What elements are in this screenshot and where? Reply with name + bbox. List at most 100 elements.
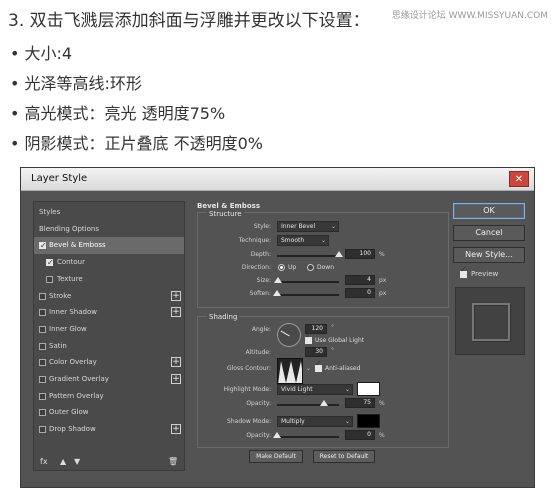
direction-down-label: Down — [317, 264, 335, 271]
depth-slider[interactable] — [277, 251, 343, 257]
shadow-color-swatch[interactable] — [357, 414, 380, 428]
style-item-texture[interactable]: Texture — [34, 271, 184, 288]
style-item-checkbox[interactable] — [39, 359, 46, 367]
shading-group — [197, 316, 449, 448]
style-item-label: Stroke — [49, 291, 72, 300]
style-item-bevel-emboss[interactable]: Bevel & Emboss — [34, 237, 184, 255]
highlight-mode-dropdown[interactable]: Vivid Light ⌄ — [277, 384, 353, 395]
style-item-satin[interactable]: Satin — [34, 338, 184, 355]
style-item-label: Bevel & Emboss — [49, 241, 106, 250]
style-item-checkbox[interactable] — [46, 254, 54, 271]
trash-icon[interactable]: 🗑 — [168, 457, 178, 466]
highlight-color-swatch[interactable] — [357, 382, 380, 396]
style-item-label: Blending Options — [39, 224, 99, 233]
style-dropdown[interactable]: Inner Bevel ⌄ — [277, 221, 339, 232]
style-item-outer-glow[interactable]: Outer Glow — [34, 404, 184, 421]
preview-label: Preview — [471, 270, 499, 278]
style-item-styles[interactable]: Styles — [34, 204, 184, 221]
cancel-button[interactable]: Cancel — [453, 225, 525, 241]
style-item-contour[interactable]: Contour — [34, 254, 184, 271]
style-item-stroke[interactable]: Stroke + — [34, 288, 184, 305]
gloss-contour-picker[interactable] — [277, 358, 303, 384]
preview-checkbox[interactable] — [460, 265, 467, 278]
style-item-checkbox[interactable] — [39, 325, 46, 333]
move-up-icon[interactable]: ▲ — [60, 457, 66, 466]
technique-label: Technique: — [238, 237, 271, 244]
direction-up-radio[interactable] — [278, 264, 285, 271]
technique-dropdown[interactable]: Smooth ⌄ — [277, 235, 329, 246]
soften-slider-thumb[interactable] — [273, 290, 281, 296]
layer-style-dialog: Layer Style ✕ Styles Blending Options Beve… — [20, 167, 535, 488]
fx-icon[interactable]: fx — [40, 457, 48, 466]
shadow-opacity-label: Opacity: — [246, 432, 271, 439]
size-value[interactable]: 4 — [345, 275, 375, 285]
reset-default-button[interactable]: Reset to Default — [313, 450, 375, 463]
style-item-checkbox[interactable] — [39, 237, 47, 254]
style-item-checkbox[interactable] — [46, 275, 53, 283]
ok-button[interactable]: OK — [453, 203, 525, 219]
add-effect-icon[interactable]: + — [171, 424, 181, 435]
style-item-inner-shadow[interactable]: Inner Shadow + — [34, 304, 184, 321]
anti-aliased-checkbox[interactable] — [315, 359, 322, 372]
add-effect-icon[interactable]: + — [171, 357, 181, 368]
depth-unit: % — [379, 251, 385, 258]
titlebar[interactable]: Layer Style ✕ — [21, 168, 534, 191]
style-item-checkbox[interactable] — [39, 292, 46, 300]
highlight-opacity-value[interactable]: 75 — [345, 398, 375, 408]
add-effect-icon[interactable]: + — [171, 290, 181, 301]
structure-title: Structure — [207, 210, 244, 218]
shading-title: Shading — [207, 313, 240, 321]
shadow-opacity-value[interactable]: 0 — [345, 430, 375, 440]
style-item-label: Inner Shadow — [49, 308, 97, 317]
style-item-checkbox[interactable] — [39, 426, 46, 434]
style-item-checkbox[interactable] — [39, 409, 46, 417]
style-item-blending-options[interactable]: Blending Options — [34, 221, 184, 238]
highlight-opacity-slider[interactable] — [277, 400, 339, 406]
make-default-button[interactable]: Make Default — [249, 450, 303, 463]
depth-slider-thumb[interactable] — [335, 251, 343, 257]
direction-label: Direction: — [241, 264, 271, 271]
highlight-opacity-label: Opacity: — [246, 400, 271, 407]
new-style-button[interactable]: New Style... — [453, 247, 525, 263]
style-item-label: Styles — [39, 208, 61, 216]
add-effect-icon[interactable]: + — [171, 307, 181, 318]
chevron-down-icon[interactable]: ⌄ — [306, 365, 311, 372]
shadow-mode-value: Multiply — [281, 418, 305, 425]
direction-down-radio[interactable] — [307, 264, 314, 271]
global-light-label: Use Global Light — [315, 337, 365, 344]
size-slider[interactable] — [274, 277, 339, 283]
altitude-value[interactable]: 30 — [305, 347, 327, 357]
highlight-mode-label: Highlight Mode: — [223, 386, 271, 393]
add-effect-icon[interactable]: + — [171, 374, 181, 384]
soften-slider[interactable] — [273, 290, 339, 296]
angle-dial[interactable] — [277, 323, 301, 347]
close-button[interactable]: ✕ — [509, 171, 529, 187]
style-item-inner-glow[interactable]: Inner Glow — [34, 321, 184, 338]
style-item-color-overlay[interactable]: Color Overlay + — [34, 354, 184, 371]
style-item-label: Pattern Overlay — [49, 391, 104, 400]
style-item-checkbox[interactable] — [39, 309, 46, 317]
move-down-icon[interactable]: ▼ — [74, 457, 80, 466]
settings-panel: Bevel & Emboss Structure Style: Inner Be… — [193, 200, 453, 463]
style-item-checkbox[interactable] — [39, 392, 46, 400]
shadow-opacity-slider[interactable] — [273, 432, 339, 438]
depth-value[interactable]: 100 — [345, 249, 375, 259]
style-item-gradient-overlay[interactable]: Gradient Overlay + — [34, 371, 184, 388]
altitude-unit: ° — [331, 347, 334, 354]
highlight-opacity-thumb[interactable] — [319, 400, 328, 406]
global-light-checkbox[interactable] — [305, 331, 312, 344]
style-item-checkbox[interactable] — [39, 376, 46, 383]
shadow-opacity-thumb[interactable] — [273, 432, 281, 438]
watermark: 思缘设计论坛 WWW.MISSYUAN.COM — [391, 11, 548, 21]
style-item-pattern-overlay[interactable]: Pattern Overlay — [34, 388, 184, 405]
size-slider-thumb[interactable] — [274, 277, 283, 283]
bullet-shadow: • 阴影模式：正片叠底 不透明度0% — [10, 134, 263, 153]
angle-dial-hand — [280, 330, 290, 337]
shadow-mode-dropdown[interactable]: Multiply ⌄ — [277, 416, 353, 427]
soften-value[interactable]: 0 — [345, 288, 375, 298]
chevron-down-icon: ⌄ — [344, 386, 350, 393]
style-item-label: Satin — [49, 341, 67, 350]
style-item-checkbox[interactable] — [39, 342, 46, 350]
chevron-down-icon: ⌄ — [320, 237, 326, 244]
style-item-drop-shadow[interactable]: Drop Shadow + — [34, 421, 184, 438]
